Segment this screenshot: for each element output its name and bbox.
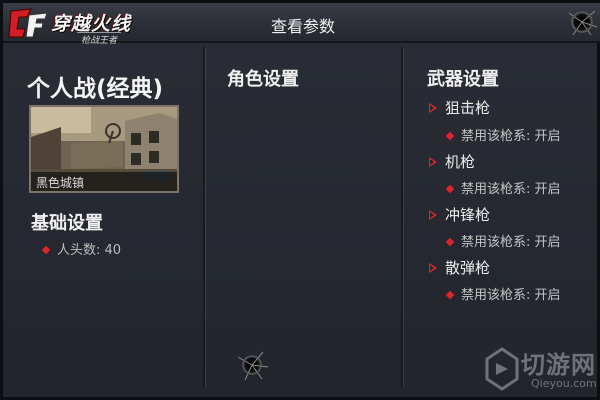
weapon-setting-value: 禁用该枪系: 开启 [461, 288, 561, 303]
diamond-bullet-icon [41, 245, 51, 254]
triangle-bullet-icon [429, 262, 437, 273]
weapon-column: 武器设置 狙击枪 禁用该枪系: 开启 机枪 禁用该枪系: 开启 冲锋枪 禁用该枪… [403, 47, 597, 387]
triangle-bullet-icon [429, 209, 437, 220]
weapon-setting-machine-gun: 禁用该枪系: 开启 [445, 178, 561, 197]
mode-title: 个人战(经典) [27, 76, 164, 102]
watermark-name: 切游网 [521, 351, 596, 379]
weapon-setting-smg: 禁用该枪系: 开启 [445, 231, 561, 250]
role-settings-title: 角色设置 [227, 69, 299, 90]
site-watermark: 切游网 Qieyou.com [483, 343, 600, 400]
weapon-item-shotgun: 散弹枪 [429, 257, 490, 278]
weapon-item-smg: 冲锋枪 [429, 204, 490, 225]
weapon-setting-value: 禁用该枪系: 开启 [461, 235, 561, 250]
diamond-bullet-icon [445, 131, 455, 140]
watermark-site: Qieyou.com [531, 377, 597, 390]
headcount-value: 人头数: 40 [57, 243, 122, 258]
weapon-name: 机枪 [445, 153, 476, 171]
diamond-bullet-icon [445, 290, 455, 299]
map-thumbnail[interactable]: 黑色城镇 [29, 105, 179, 193]
settings-panel: 穿越火线 枪战王者 查看参数 个人战(经典) 黑色城镇 基础设置 人头数: 40… [0, 0, 600, 400]
page-title: 查看参数 [270, 17, 335, 36]
weapon-setting-value: 禁用该枪系: 开启 [461, 129, 561, 144]
top-bar: 穿越火线 枪战王者 查看参数 [3, 3, 600, 46]
role-column: 角色设置 [205, 47, 401, 387]
weapon-setting-shotgun: 禁用该枪系: 开启 [445, 284, 561, 303]
bullet-hole-icon [568, 10, 598, 36]
basic-settings-title: 基础设置 [31, 213, 103, 234]
triangle-bullet-icon [429, 102, 437, 113]
bullet-hole-icon [237, 351, 269, 381]
weapon-item-machine-gun: 机枪 [429, 151, 475, 172]
weapon-item-sniper: 狙击枪 [429, 97, 490, 118]
weapon-settings-title: 武器设置 [427, 69, 499, 90]
triangle-bullet-icon [429, 156, 437, 167]
mode-column: 个人战(经典) 黑色城镇 基础设置 人头数: 40 [9, 47, 203, 387]
diamond-bullet-icon [445, 184, 455, 193]
weapon-name: 冲锋枪 [445, 206, 491, 224]
weapon-setting-sniper: 禁用该枪系: 开启 [445, 125, 561, 144]
weapon-name: 散弹枪 [445, 259, 491, 277]
weapon-name: 狙击枪 [445, 99, 491, 117]
headcount-setting: 人头数: 40 [41, 239, 122, 258]
diamond-bullet-icon [445, 237, 455, 246]
weapon-setting-value: 禁用该枪系: 开启 [461, 182, 561, 197]
qieyou-logo-icon [485, 347, 519, 391]
map-name: 黑色城镇 [31, 172, 177, 191]
